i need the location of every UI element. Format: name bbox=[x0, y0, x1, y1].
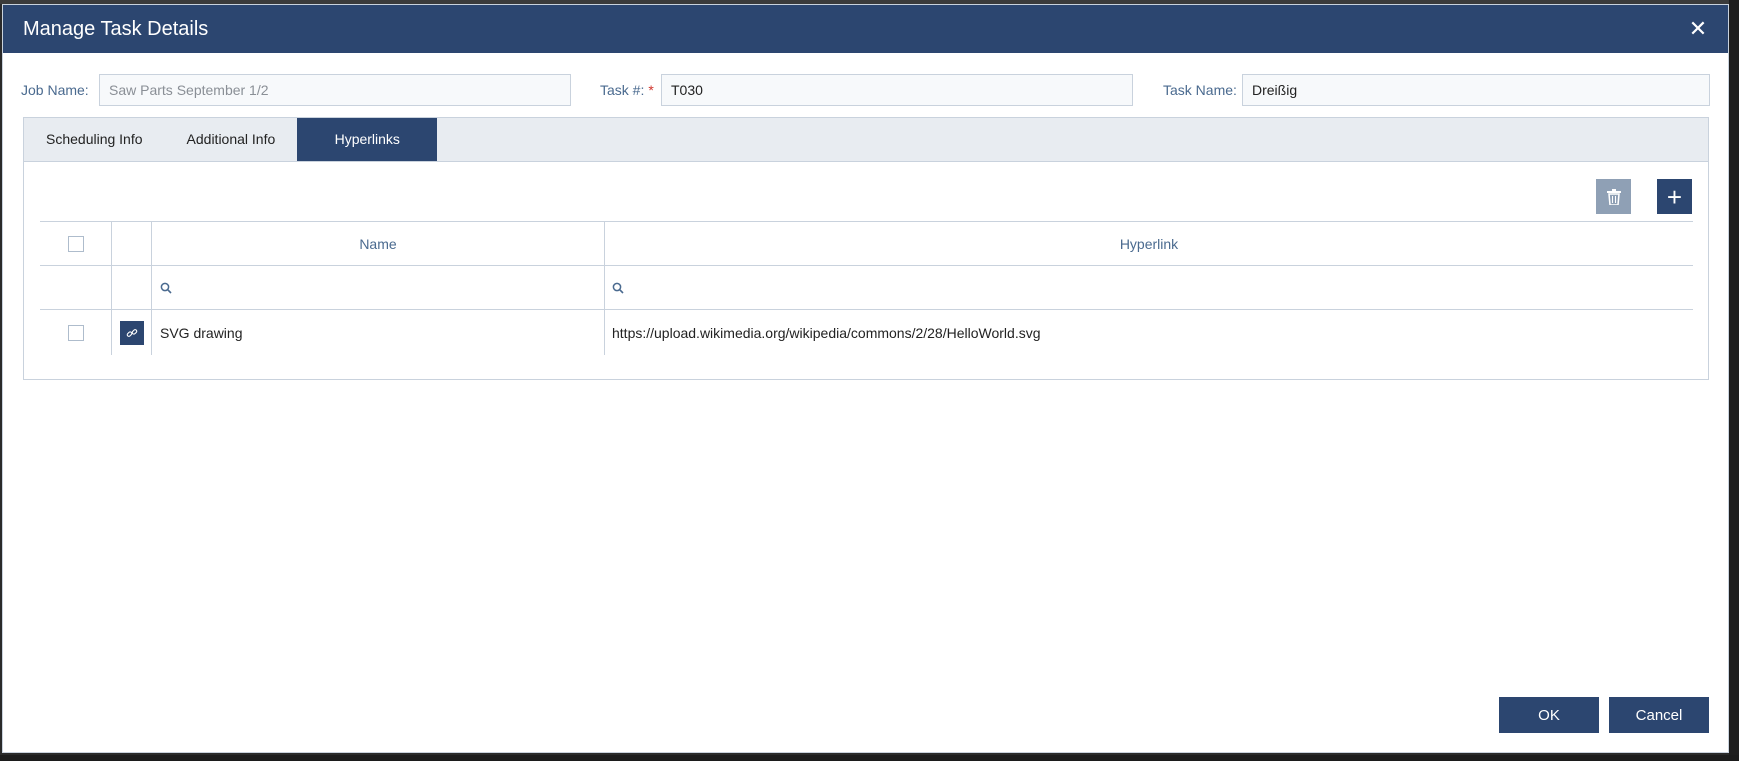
task-header-fields: Job Name: Task #:* Task Name: bbox=[3, 74, 1728, 106]
search-icon bbox=[160, 282, 172, 294]
table-row[interactable]: SVG drawing https://upload.wikimedia.org… bbox=[40, 310, 1693, 355]
dialog-footer: OK Cancel bbox=[1489, 697, 1709, 733]
filter-spacer-icon bbox=[111, 266, 151, 309]
add-hyperlink-button[interactable]: + bbox=[1657, 179, 1692, 214]
task-number-field[interactable] bbox=[661, 74, 1133, 106]
tab-scheduling-info[interactable]: Scheduling Info bbox=[24, 118, 165, 161]
trash-icon bbox=[1606, 188, 1621, 205]
close-icon: ✕ bbox=[1688, 16, 1708, 41]
select-all-cell bbox=[40, 222, 111, 265]
required-marker: * bbox=[648, 82, 654, 98]
row-select-cell bbox=[40, 310, 111, 355]
task-name-label: Task Name: bbox=[1163, 82, 1237, 98]
grid-filter-row bbox=[40, 266, 1693, 310]
grid-toolbar: + bbox=[1596, 179, 1692, 214]
background-app-edge bbox=[1729, 0, 1739, 761]
hyperlink-filter-input[interactable] bbox=[630, 272, 1693, 303]
row-name-cell[interactable]: SVG drawing bbox=[151, 310, 604, 355]
ok-button[interactable]: OK bbox=[1499, 697, 1599, 733]
tab-bar: Scheduling Info Additional Info Hyperlin… bbox=[24, 118, 1708, 162]
hyperlinks-grid: Name Hyperlink SVG drawing https://uploa… bbox=[40, 221, 1693, 355]
column-header-hyperlink[interactable]: Hyperlink bbox=[604, 222, 1693, 265]
open-link-button[interactable] bbox=[119, 320, 144, 345]
link-icon bbox=[126, 328, 137, 337]
row-hyperlink-cell[interactable]: https://upload.wikimedia.org/wikipedia/c… bbox=[604, 310, 1693, 355]
search-icon bbox=[612, 282, 624, 294]
filter-spacer-check bbox=[40, 266, 111, 309]
row-link-cell bbox=[111, 310, 151, 355]
select-all-checkbox[interactable] bbox=[67, 235, 84, 252]
name-filter-input[interactable] bbox=[178, 272, 604, 303]
plus-icon: + bbox=[1666, 181, 1683, 212]
task-name-field[interactable] bbox=[1242, 74, 1710, 106]
tab-additional-info[interactable]: Additional Info bbox=[165, 118, 298, 161]
cancel-button[interactable]: Cancel bbox=[1609, 697, 1709, 733]
hyperlink-filter-cell bbox=[604, 266, 1693, 309]
grid-header-row: Name Hyperlink bbox=[40, 221, 1693, 266]
job-name-label: Job Name: bbox=[21, 82, 89, 98]
tab-panel: Scheduling Info Additional Info Hyperlin… bbox=[23, 117, 1709, 380]
dialog-title: Manage Task Details bbox=[23, 17, 209, 40]
dialog-titlebar: Manage Task Details ✕ bbox=[3, 5, 1728, 53]
manage-task-dialog: Manage Task Details ✕ Job Name: Task #:*… bbox=[2, 4, 1729, 753]
delete-button[interactable] bbox=[1596, 179, 1631, 214]
task-number-label: Task #: * bbox=[600, 82, 654, 98]
name-filter-cell bbox=[151, 266, 604, 309]
tab-hyperlinks[interactable]: Hyperlinks bbox=[297, 118, 438, 161]
row-checkbox[interactable] bbox=[67, 324, 84, 341]
background-app-bottom bbox=[0, 755, 1739, 761]
icon-column-header bbox=[111, 222, 151, 265]
close-button[interactable]: ✕ bbox=[1688, 18, 1708, 40]
column-header-name[interactable]: Name bbox=[151, 222, 604, 265]
job-name-field[interactable] bbox=[99, 74, 571, 106]
